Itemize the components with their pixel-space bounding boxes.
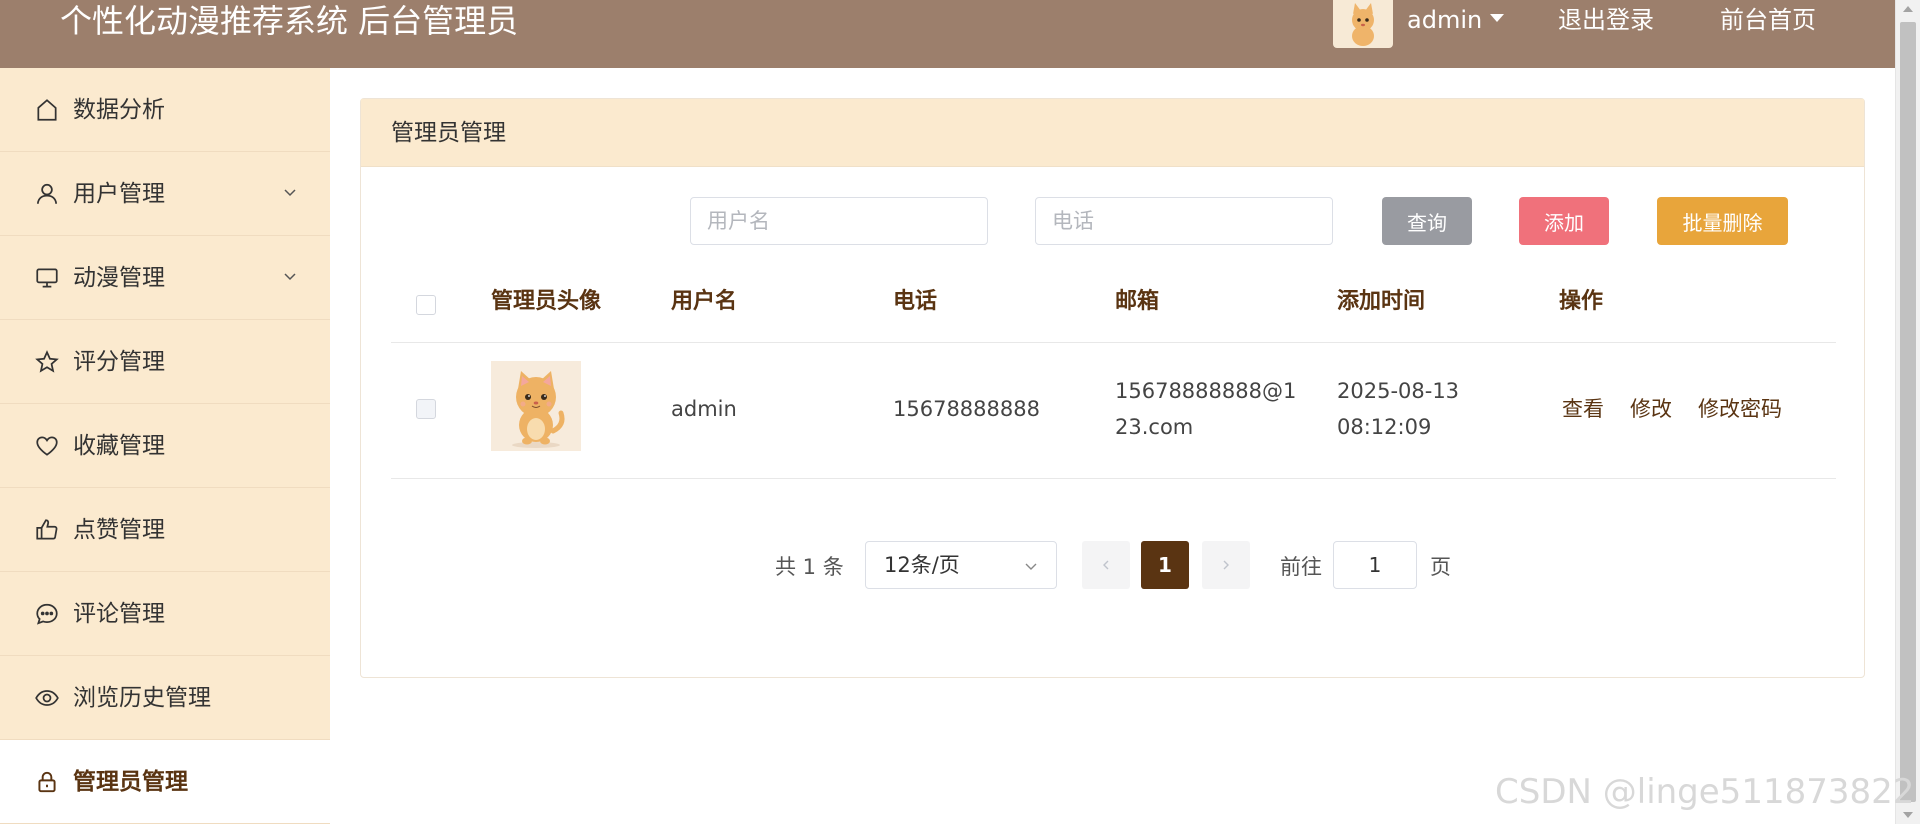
column-header-email: 邮箱 (1115, 289, 1160, 314)
sidebar-item-admins[interactable]: 管理员管理 (0, 740, 330, 824)
table-header-divider (391, 342, 1836, 343)
sidebar-item-label: 收藏管理 (73, 433, 165, 459)
table-row-divider (391, 478, 1836, 479)
scrollbar-thumb[interactable] (1900, 22, 1916, 802)
sidebar-item-label: 管理员管理 (73, 769, 188, 795)
top-header: 个性化动漫推荐系统 后台管理员 admin 退出登录 前台首页 (0, 0, 1895, 68)
query-button[interactable]: 查询 (1382, 197, 1472, 245)
user-avatar[interactable] (1333, 0, 1393, 48)
sidebar-item-likes[interactable]: 点赞管理 (0, 488, 330, 572)
sidebar-item-label: 浏览历史管理 (73, 685, 211, 711)
star-icon (35, 350, 59, 373)
view-link[interactable]: 查看 (1562, 391, 1604, 427)
front-home-link[interactable]: 前台首页 (1720, 0, 1816, 40)
page-size-value: 12条/页 (884, 553, 960, 577)
pagination-total: 共 1 条 (775, 555, 844, 579)
add-button[interactable]: 添加 (1519, 197, 1609, 245)
next-page-button[interactable] (1202, 541, 1250, 589)
username-search-input[interactable] (690, 197, 988, 245)
cell-phone: 15678888888 (893, 397, 1040, 421)
edit-link[interactable]: 修改 (1630, 391, 1672, 427)
goto-page-input[interactable] (1333, 541, 1417, 589)
chevron-left-icon (1103, 560, 1109, 570)
sidebar-item-label: 动漫管理 (73, 265, 165, 291)
goto-label: 前往 (1280, 555, 1322, 579)
sidebar-item-users[interactable]: 用户管理 (0, 152, 330, 236)
sidebar-item-data-analysis[interactable]: 数据分析 (0, 68, 330, 152)
sidebar-item-browse-history[interactable]: 浏览历史管理 (0, 656, 330, 740)
cell-added-time: 08:12:09 (1337, 415, 1432, 439)
vertical-scrollbar[interactable] (1895, 0, 1920, 824)
home-icon (37, 99, 57, 121)
sidebar-item-favorites[interactable]: 收藏管理 (0, 404, 330, 488)
scroll-up-arrow-icon[interactable] (1903, 6, 1913, 12)
panel-title: 管理员管理 (361, 99, 1864, 167)
page-suffix-label: 页 (1430, 555, 1451, 579)
sidebar-item-label: 用户管理 (73, 181, 165, 207)
sidebar-item-label: 点赞管理 (73, 517, 165, 543)
column-header-phone: 电话 (893, 289, 938, 314)
monitor-icon (36, 268, 58, 288)
thumb-up-icon (36, 519, 58, 540)
caret-down-icon[interactable] (1490, 14, 1504, 22)
cell-email-line2: 23.com (1115, 415, 1194, 439)
sidebar: 数据分析 用户管理 动漫管理 评分管理 收藏管理 点赞管理 评论管理 浏览历史管… (0, 68, 330, 824)
select-all-checkbox[interactable] (416, 295, 436, 315)
heart-icon (36, 436, 58, 456)
column-header-avatar: 管理员头像 (491, 289, 602, 314)
chevron-down-icon (284, 273, 296, 281)
cell-email-line1: 15678888888@1 (1115, 379, 1297, 403)
phone-search-input[interactable] (1035, 197, 1333, 245)
cat-avatar-image (491, 361, 581, 451)
cell-username: admin (671, 397, 737, 421)
row-checkbox[interactable] (416, 399, 436, 419)
admin-management-panel: 管理员管理 查询 添加 批量删除 管理员头像 用户名 电话 邮箱 添加时间 操作 (360, 98, 1865, 678)
admin-username[interactable]: admin (1407, 0, 1482, 40)
chevron-right-icon (1223, 560, 1229, 570)
sidebar-item-label: 数据分析 (73, 97, 165, 123)
lock-icon (38, 771, 56, 793)
cell-added-date: 2025-08-13 (1337, 379, 1460, 403)
change-password-link[interactable]: 修改密码 (1698, 391, 1782, 427)
batch-delete-button[interactable]: 批量删除 (1657, 197, 1788, 245)
page-size-select[interactable]: 12条/页 (865, 541, 1057, 589)
csdn-watermark: CSDN @linge511873822 (1495, 772, 1915, 812)
prev-page-button[interactable] (1082, 541, 1130, 589)
eye-icon (35, 690, 59, 706)
column-header-username: 用户名 (671, 289, 738, 314)
chevron-down-icon (284, 189, 296, 197)
user-icon (36, 183, 58, 204)
sidebar-item-comments[interactable]: 评论管理 (0, 572, 330, 656)
sidebar-item-anime[interactable]: 动漫管理 (0, 236, 330, 320)
site-title: 个性化动漫推荐系统 后台管理员 (60, 2, 519, 40)
sidebar-item-ratings[interactable]: 评分管理 (0, 320, 330, 404)
column-header-actions: 操作 (1559, 289, 1604, 314)
page-number-current[interactable]: 1 (1141, 541, 1189, 589)
chevron-down-icon (1025, 563, 1037, 570)
chat-bubble-icon (36, 603, 58, 625)
sidebar-item-label: 评分管理 (73, 349, 165, 375)
column-header-added-time: 添加时间 (1337, 289, 1426, 314)
cat-avatar-icon (1352, 3, 1374, 46)
sidebar-item-label: 评论管理 (73, 601, 165, 627)
logout-link[interactable]: 退出登录 (1558, 0, 1654, 40)
